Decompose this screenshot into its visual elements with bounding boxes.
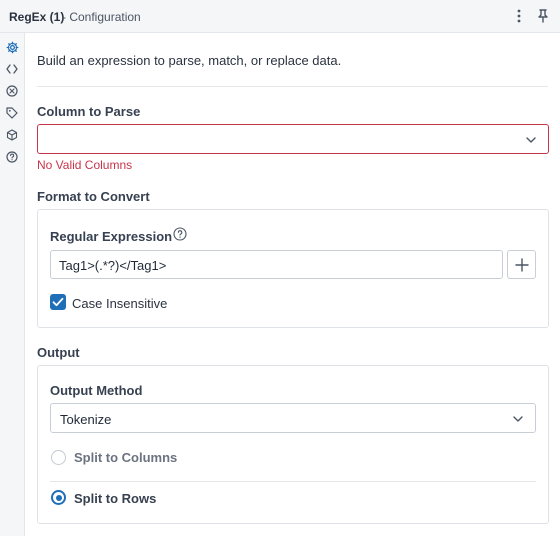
split-to-columns-radio[interactable] [51,450,66,465]
insert-token-button[interactable] [507,250,536,279]
case-insensitive-label: Case Insensitive [72,296,168,311]
split-to-rows-label: Split to Rows [74,491,157,506]
chevron-down-icon [511,412,525,426]
pin-icon[interactable] [534,7,552,25]
checkmark-icon [52,297,64,307]
tag-icon[interactable] [4,105,20,121]
regular-expression-label: Regular Expression [50,229,173,244]
section-divider [37,86,548,87]
panel-title: RegEx (1) [9,10,65,24]
output-method-select[interactable]: Tokenize [50,403,536,433]
panel-subtitle: - Configuration [62,10,141,24]
regex-value: Tag1>(.*?)</Tag1> [59,258,167,273]
column-to-parse-label: Column to Parse [37,104,141,119]
case-insensitive-checkbox[interactable] [50,294,66,310]
split-to-columns-label: Split to Columns [74,450,178,465]
column-error-message: No Valid Columns [37,158,133,172]
column-to-parse-select[interactable] [37,124,549,154]
plus-icon [514,257,529,272]
cube-icon[interactable] [4,127,20,143]
chevron-down-icon [524,133,538,147]
format-to-convert-label: Format to Convert [37,189,150,204]
more-options-icon[interactable] [510,7,528,25]
output-method-value: Tokenize [60,412,112,427]
help-icon[interactable] [4,149,20,165]
annotation-icon[interactable] [4,83,20,99]
output-label: Output [37,345,80,360]
output-method-label: Output Method [50,383,143,398]
panel-header: RegEx (1) - Configuration [0,0,560,33]
tool-description: Build an expression to parse, match, or … [37,53,342,68]
gear-icon[interactable] [4,39,20,55]
option-divider [50,481,536,482]
side-rail [0,33,25,536]
split-to-rows-radio[interactable] [51,490,66,505]
help-icon[interactable] [173,227,187,241]
code-icon[interactable] [4,61,20,77]
regex-input[interactable]: Tag1>(.*?)</Tag1> [50,250,503,279]
